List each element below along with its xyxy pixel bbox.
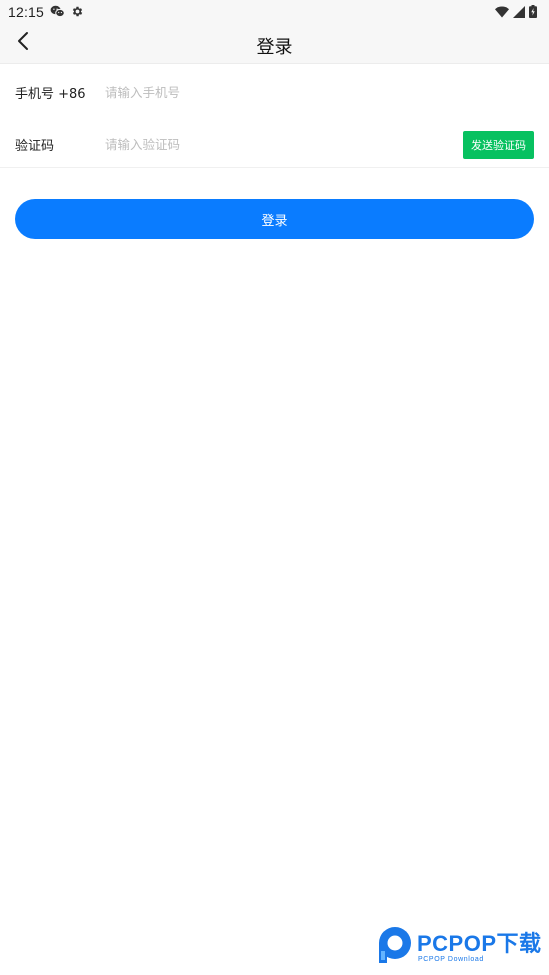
login-screen: 12:15 登录 手机号 +86 请输入手机号 验证码 请输入验证码 发送验证码…	[0, 0, 549, 975]
app-bar: 登录	[0, 24, 549, 64]
code-label: 验证码	[15, 139, 55, 154]
status-bar: 12:15	[0, 0, 549, 24]
wechat-icon	[50, 3, 65, 22]
login-button[interactable]: 登录	[15, 199, 534, 239]
status-right	[495, 3, 537, 22]
settings-gear-icon	[71, 3, 84, 22]
send-code-button[interactable]: 发送验证码	[463, 130, 534, 159]
wifi-icon	[495, 3, 509, 22]
svg-text:PCPOP下载: PCPOP下载	[417, 931, 542, 956]
battery-icon	[529, 3, 537, 22]
phone-label: 手机号 +86	[15, 86, 86, 102]
code-input[interactable]	[105, 132, 463, 157]
page-title: 登录	[256, 37, 293, 58]
signal-icon	[513, 3, 525, 22]
status-time: 12:15	[8, 4, 45, 20]
phone-input[interactable]	[105, 80, 549, 104]
phone-row: 手机号 +86	[0, 68, 549, 116]
status-left: 12:15	[8, 3, 84, 22]
code-row: 验证码 发送验证码	[0, 122, 549, 168]
svg-text:PCPOP Download: PCPOP Download	[418, 956, 484, 963]
pcpop-watermark-logo: PCPOP下载 PCPOP Download	[377, 923, 545, 965]
